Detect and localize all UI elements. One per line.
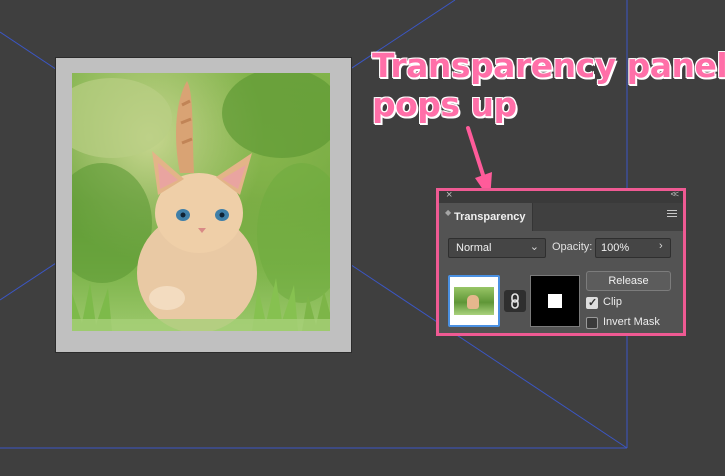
kitten-thumbnail-image [454, 287, 494, 315]
link-mask-button[interactable] [504, 290, 526, 312]
checkmark-icon: ✓ [588, 297, 598, 309]
release-button[interactable]: Release [586, 271, 671, 291]
invert-mask-checkbox[interactable] [586, 317, 598, 329]
tab-label: Transparency [454, 211, 526, 223]
clip-label: Clip [603, 296, 622, 308]
tab-transparency[interactable]: ◆ Transparency [439, 203, 533, 231]
opacity-label: Opacity: [552, 241, 593, 253]
mask-square-icon [548, 294, 562, 308]
transparency-panel: × << ◆ Transparency Normal ⌄ Opacity: 10… [436, 188, 686, 336]
chain-link-icon [511, 293, 519, 309]
blend-mode-value: Normal [456, 242, 492, 254]
chevron-right-icon: › [659, 240, 663, 252]
invert-mask-label: Invert Mask [603, 316, 660, 328]
opacity-slider-button[interactable]: › [654, 238, 671, 258]
chevron-down-icon: ⌄ [529, 241, 539, 253]
opacity-mask-thumbnail[interactable] [530, 275, 580, 327]
opacity-input[interactable]: 100% [595, 238, 655, 258]
drag-grip-icon[interactable]: ◆ [445, 209, 451, 217]
clip-checkbox[interactable]: ✓ [586, 297, 598, 309]
artwork-thumbnail[interactable] [448, 275, 500, 327]
blend-mode-select[interactable]: Normal ⌄ [448, 238, 546, 258]
hamburger-menu-icon[interactable] [667, 210, 677, 219]
illustrator-canvas[interactable]: Transparency panel pops up × << ◆ Transp… [0, 0, 725, 476]
collapse-icon[interactable]: << [670, 189, 678, 199]
panel-title-bar[interactable]: × << [439, 189, 683, 203]
close-icon[interactable]: × [446, 189, 452, 201]
opacity-value: 100% [601, 242, 630, 254]
panel-tab-strip: ◆ Transparency [439, 203, 683, 231]
